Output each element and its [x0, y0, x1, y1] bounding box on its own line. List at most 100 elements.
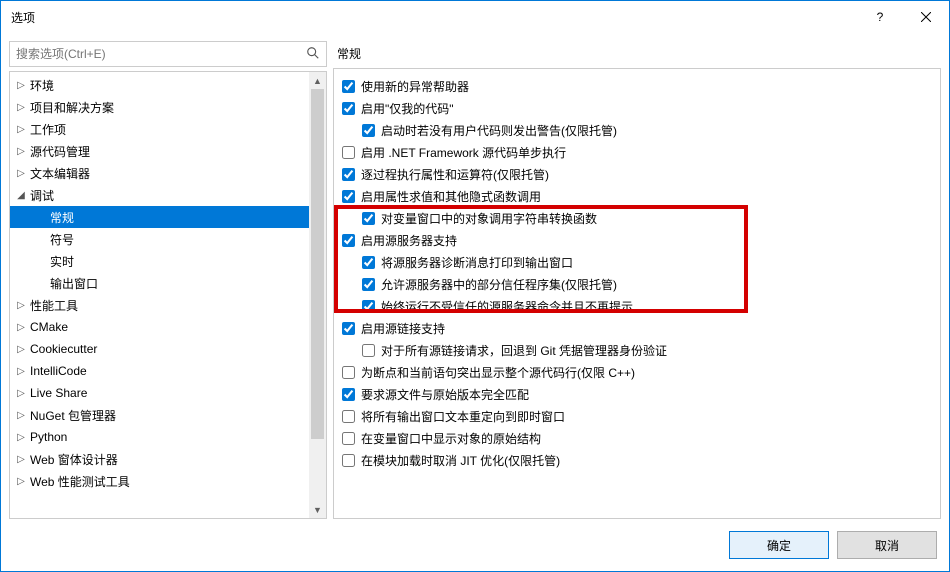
- search-field[interactable]: [9, 41, 327, 67]
- option-label: 始终运行不受信任的源服务器命令并且不再提示: [381, 298, 633, 315]
- tree-item[interactable]: ▷环境: [10, 74, 326, 96]
- close-button[interactable]: [903, 1, 949, 33]
- option-checkbox[interactable]: [362, 124, 375, 137]
- option-row: 启用 .NET Framework 源代码单步执行: [338, 141, 936, 163]
- tree-item[interactable]: ▷工作项: [10, 118, 326, 140]
- tree-item-label: 实时: [48, 253, 74, 270]
- option-checkbox[interactable]: [362, 344, 375, 357]
- tree-item[interactable]: ▷Cookiecutter: [10, 338, 326, 360]
- chevron-right-icon[interactable]: ▷: [14, 124, 28, 135]
- option-checkbox[interactable]: [362, 212, 375, 225]
- tree-item[interactable]: ▷Web 性能测试工具: [10, 470, 326, 492]
- chevron-right-icon[interactable]: ▷: [14, 454, 28, 465]
- scroll-track[interactable]: [309, 89, 326, 501]
- tree-item[interactable]: ▷文本编辑器: [10, 162, 326, 184]
- option-label: 启用属性求值和其他隐式函数调用: [361, 188, 541, 205]
- option-label: 允许源服务器中的部分信任程序集(仅限托管): [381, 276, 617, 293]
- search-input[interactable]: [10, 47, 326, 61]
- dialog-footer: 确定 取消: [1, 519, 949, 571]
- option-label: 逐过程执行属性和运算符(仅限托管): [361, 166, 549, 183]
- option-row: 始终运行不受信任的源服务器命令并且不再提示: [338, 295, 936, 317]
- option-label: 将所有输出窗口文本重定向到即时窗口: [361, 408, 565, 425]
- help-button[interactable]: ?: [857, 1, 903, 33]
- option-row: 将源服务器诊断消息打印到输出窗口: [338, 251, 936, 273]
- chevron-right-icon[interactable]: ▷: [14, 322, 28, 333]
- tree-item-label: 输出窗口: [48, 275, 98, 292]
- ok-button[interactable]: 确定: [729, 531, 829, 559]
- chevron-right-icon[interactable]: ▷: [14, 146, 28, 157]
- option-checkbox[interactable]: [342, 366, 355, 379]
- tree-item[interactable]: ▷性能工具: [10, 294, 326, 316]
- chevron-right-icon[interactable]: ▷: [14, 432, 28, 443]
- tree-item[interactable]: 常规: [10, 206, 326, 228]
- tree-item[interactable]: ▷Live Share: [10, 382, 326, 404]
- option-checkbox[interactable]: [362, 300, 375, 313]
- tree-item[interactable]: 实时: [10, 250, 326, 272]
- option-checkbox[interactable]: [342, 146, 355, 159]
- cancel-button[interactable]: 取消: [837, 531, 937, 559]
- tree-item[interactable]: 符号: [10, 228, 326, 250]
- option-label: 将源服务器诊断消息打印到输出窗口: [381, 254, 573, 271]
- tree-item[interactable]: ▷Python: [10, 426, 326, 448]
- tree-item[interactable]: ▷IntelliCode: [10, 360, 326, 382]
- chevron-right-icon[interactable]: ▷: [14, 366, 28, 377]
- scroll-up-icon[interactable]: ▲: [309, 72, 326, 89]
- chevron-down-icon[interactable]: ◢: [14, 190, 28, 201]
- tree-item-label: IntelliCode: [28, 364, 87, 378]
- option-checkbox[interactable]: [362, 278, 375, 291]
- chevron-right-icon[interactable]: ▷: [14, 80, 28, 91]
- tree-item[interactable]: ▷CMake: [10, 316, 326, 338]
- tree-item-label: Cookiecutter: [28, 342, 97, 356]
- option-checkbox[interactable]: [342, 388, 355, 401]
- tree-item-label: 调试: [28, 187, 54, 204]
- option-label: 对变量窗口中的对象调用字符串转换函数: [381, 210, 597, 227]
- tree-item-label: CMake: [28, 320, 68, 334]
- option-checkbox[interactable]: [342, 410, 355, 423]
- option-checkbox[interactable]: [342, 432, 355, 445]
- chevron-right-icon[interactable]: ▷: [14, 388, 28, 399]
- tree-item-label: 环境: [28, 77, 54, 94]
- options-dialog: 选项 ? ▷环境▷项目和解决方案▷工作项▷源代码管理▷文本编辑器◢调试常规符号实…: [0, 0, 950, 572]
- option-label: 对于所有源链接请求，回退到 Git 凭据管理器身份验证: [381, 342, 667, 359]
- tree-item[interactable]: ▷源代码管理: [10, 140, 326, 162]
- option-row: 启动时若没有用户代码则发出警告(仅限托管): [338, 119, 936, 141]
- option-label: 启用源链接支持: [361, 320, 445, 337]
- scroll-thumb[interactable]: [311, 89, 324, 439]
- option-checkbox[interactable]: [342, 190, 355, 203]
- tree-scrollbar[interactable]: ▲▼: [309, 72, 326, 518]
- titlebar: 选项 ?: [1, 1, 949, 33]
- chevron-right-icon[interactable]: ▷: [14, 300, 28, 311]
- tree-item[interactable]: ▷Web 窗体设计器: [10, 448, 326, 470]
- option-checkbox[interactable]: [342, 80, 355, 93]
- option-checkbox[interactable]: [342, 454, 355, 467]
- tree-item[interactable]: ▷项目和解决方案: [10, 96, 326, 118]
- category-tree[interactable]: ▷环境▷项目和解决方案▷工作项▷源代码管理▷文本编辑器◢调试常规符号实时输出窗口…: [9, 71, 327, 519]
- window-title: 选项: [11, 9, 857, 26]
- option-row: 在变量窗口中显示对象的原始结构: [338, 427, 936, 449]
- panel-title: 常规: [333, 41, 941, 68]
- chevron-right-icon[interactable]: ▷: [14, 102, 28, 113]
- search-icon: [306, 46, 320, 63]
- option-row: 启用"仅我的代码": [338, 97, 936, 119]
- chevron-right-icon[interactable]: ▷: [14, 410, 28, 421]
- option-label: 在模块加载时取消 JIT 优化(仅限托管): [361, 452, 560, 469]
- option-checkbox[interactable]: [362, 256, 375, 269]
- option-row: 要求源文件与原始版本完全匹配: [338, 383, 936, 405]
- tree-item[interactable]: ▷NuGet 包管理器: [10, 404, 326, 426]
- options-area: 使用新的异常帮助器启用"仅我的代码"启动时若没有用户代码则发出警告(仅限托管)启…: [333, 68, 941, 519]
- tree-item[interactable]: 输出窗口: [10, 272, 326, 294]
- option-label: 在变量窗口中显示对象的原始结构: [361, 430, 541, 447]
- tree-item[interactable]: ◢调试: [10, 184, 326, 206]
- chevron-right-icon[interactable]: ▷: [14, 476, 28, 487]
- option-row: 启用源链接支持: [338, 317, 936, 339]
- option-checkbox[interactable]: [342, 168, 355, 181]
- chevron-right-icon[interactable]: ▷: [14, 344, 28, 355]
- tree-item-label: Web 性能测试工具: [28, 473, 130, 490]
- option-row: 在模块加载时取消 JIT 优化(仅限托管): [338, 449, 936, 471]
- chevron-right-icon[interactable]: ▷: [14, 168, 28, 179]
- option-checkbox[interactable]: [342, 234, 355, 247]
- option-checkbox[interactable]: [342, 322, 355, 335]
- option-label: 启用源服务器支持: [361, 232, 457, 249]
- scroll-down-icon[interactable]: ▼: [309, 501, 326, 518]
- option-checkbox[interactable]: [342, 102, 355, 115]
